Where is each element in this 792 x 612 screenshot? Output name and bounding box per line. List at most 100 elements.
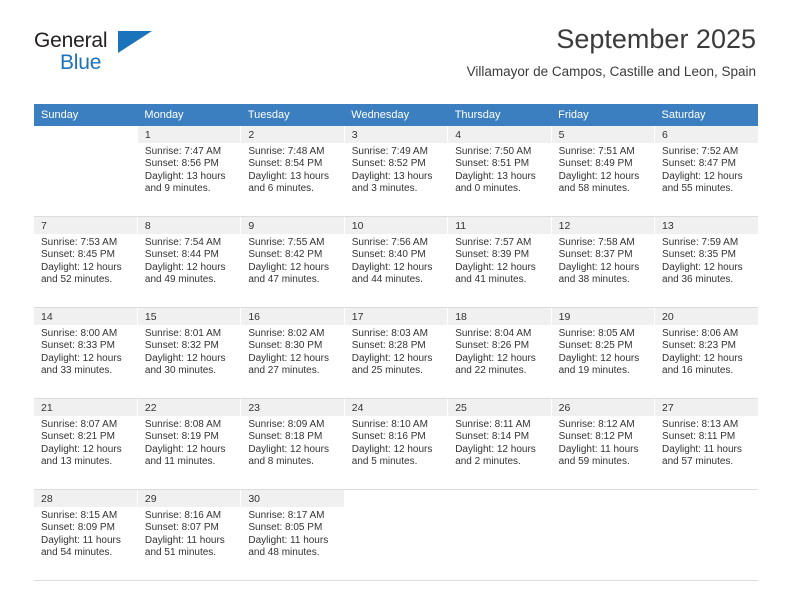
day-detail-line: Daylight: 13 hours [144,170,226,182]
calendar-day-cell[interactable]: 30 Sunrise: 8:17 AM Sunset: 8:05 PM Dayligh… [240,489,345,581]
calendar-day-cell[interactable]: 4 Sunrise: 7:50 AM Sunset: 8:51 PM Daylight… [447,126,552,217]
day-detail-line: Sunset: 8:52 PM [351,158,426,170]
calendar-empty-cell [654,489,758,581]
day-detail-line: Daylight: 12 hours [41,261,122,273]
title-block: September 2025 Villamayor de Campos, Cas… [467,22,756,82]
day-cell-inner: 27 Sunrise: 8:13 AM Sunset: 8:11 PM Dayligh… [655,399,758,489]
day-number: 20 [655,308,758,325]
day-detail-line: Sunset: 8:21 PM [41,431,115,443]
calendar-day-cell[interactable]: 9 Sunrise: 7:55 AM Sunset: 8:42 PM Daylight… [240,216,345,308]
calendar-day-cell[interactable]: 17 Sunrise: 8:03 AM Sunset: 8:28 PM Dayligh… [344,307,449,399]
logo-triangle-icon [118,31,152,53]
day-detail-line: Daylight: 12 hours [248,352,329,364]
calendar-day-cell[interactable]: 11 Sunrise: 7:57 AM Sunset: 8:39 PM Dayligh… [447,216,552,308]
day-detail-line: Sunset: 8:25 PM [558,340,633,352]
day-detail-line: Sunrise: 8:08 AM [144,419,222,430]
calendar-day-cell[interactable]: 3 Sunrise: 7:49 AM Sunset: 8:52 PM Daylight… [344,126,449,217]
calendar-day-cell[interactable]: 27 Sunrise: 8:13 AM Sunset: 8:11 PM Dayligh… [654,398,758,490]
day-number: 27 [655,399,758,416]
calendar-day-cell[interactable]: 13 Sunrise: 7:59 AM Sunset: 8:35 PM Dayligh… [654,216,758,308]
day-detail-line: Daylight: 12 hours [248,443,329,455]
day-number: 25 [448,399,551,416]
day-number: 15 [137,308,241,325]
calendar-week-row: 7 Sunrise: 7:53 AM Sunset: 8:45 PM Daylight… [34,216,758,308]
calendar-day-cell[interactable]: 8 Sunrise: 7:54 AM Sunset: 8:44 PM Daylight… [137,216,242,308]
calendar-day-cell[interactable]: 2 Sunrise: 7:48 AM Sunset: 8:54 PM Daylight… [240,126,345,217]
day-detail-line: Sunrise: 8:13 AM [662,419,739,430]
day-detail-line: and 3 minutes. [351,183,418,195]
day-detail-line: Sunrise: 8:10 AM [351,419,428,430]
day-number: 7 [34,217,137,234]
day-detail-line: Sunset: 8:14 PM [455,431,530,443]
calendar-day-cell[interactable]: 1 Sunrise: 7:47 AM Sunset: 8:56 PM Daylight… [137,126,242,217]
calendar-day-cell[interactable]: 23 Sunrise: 8:09 AM Sunset: 8:18 PM Dayligh… [240,398,345,490]
day-cell-inner: 15 Sunrise: 8:01 AM Sunset: 8:32 PM Dayligh… [137,308,241,398]
calendar-day-cell[interactable]: 10 Sunrise: 7:56 AM Sunset: 8:40 PM Dayligh… [344,216,449,308]
calendar-day-cell[interactable]: 28 Sunrise: 8:15 AM Sunset: 8:09 PM Dayligh… [34,489,138,581]
day-detail-lines: Sunrise: 8:17 AM Sunset: 8:05 PM Daylight:… [241,507,343,560]
day-detail-line: Sunset: 8:51 PM [455,158,530,170]
day-cell-inner: 25 Sunrise: 8:11 AM Sunset: 8:14 PM Dayligh… [448,399,551,489]
calendar-day-cell[interactable]: 7 Sunrise: 7:53 AM Sunset: 8:45 PM Daylight… [34,216,138,308]
day-detail-line: Sunset: 8:39 PM [455,249,530,261]
calendar-day-cell[interactable]: 18 Sunrise: 8:04 AM Sunset: 8:26 PM Dayligh… [447,307,552,399]
day-detail-lines [345,507,447,510]
day-detail-line: Sunrise: 7:58 AM [558,237,635,248]
calendar-day-cell[interactable]: 6 Sunrise: 7:52 AM Sunset: 8:47 PM Daylight… [654,126,758,217]
day-number: 11 [448,217,551,234]
day-detail-line: Sunrise: 8:00 AM [41,328,118,339]
day-detail-line: and 38 minutes. [558,274,630,286]
day-detail-line: and 6 minutes. [248,183,314,195]
day-detail-line: and 2 minutes. [455,456,521,468]
day-detail-line: Sunrise: 8:12 AM [558,419,635,430]
day-detail-line: Daylight: 12 hours [41,443,122,455]
calendar-day-cell[interactable]: 29 Sunrise: 8:16 AM Sunset: 8:07 PM Dayligh… [137,489,242,581]
day-cell-inner: 10 Sunrise: 7:56 AM Sunset: 8:40 PM Dayligh… [344,217,448,307]
calendar-day-cell[interactable]: 19 Sunrise: 8:05 AM Sunset: 8:25 PM Dayligh… [551,307,656,399]
day-number [34,126,137,143]
day-number [551,490,655,507]
day-detail-line: Daylight: 12 hours [558,261,640,273]
day-detail-line: and 19 minutes. [558,365,630,377]
day-cell-inner: 6 Sunrise: 7:52 AM Sunset: 8:47 PM Daylight… [655,126,758,216]
day-number: 1 [137,126,241,143]
day-number: 14 [34,308,137,325]
day-number: 6 [655,126,758,143]
calendar-day-cell[interactable]: 25 Sunrise: 8:11 AM Sunset: 8:14 PM Dayligh… [447,398,552,490]
day-detail-line: Sunset: 8:05 PM [248,522,323,534]
calendar-page: General Blue September 2025 Villamayor d… [0,0,792,612]
day-detail-line: and 52 minutes. [41,274,113,286]
day-detail-line: Daylight: 11 hours [662,443,742,455]
calendar-day-cell[interactable]: 22 Sunrise: 8:08 AM Sunset: 8:19 PM Dayligh… [137,398,242,490]
calendar-empty-cell [447,489,552,581]
day-cell-inner: 7 Sunrise: 7:53 AM Sunset: 8:45 PM Daylight… [34,217,137,307]
day-detail-line: Sunset: 8:32 PM [144,340,219,352]
day-number: 17 [344,308,448,325]
day-detail-line: and 59 minutes. [558,456,630,468]
calendar-day-cell[interactable]: 12 Sunrise: 7:58 AM Sunset: 8:37 PM Dayligh… [551,216,656,308]
day-cell-inner: 29 Sunrise: 8:16 AM Sunset: 8:07 PM Dayligh… [137,490,241,580]
calendar-day-cell[interactable]: 26 Sunrise: 8:12 AM Sunset: 8:12 PM Dayligh… [551,398,656,490]
day-cell-inner: 1 Sunrise: 7:47 AM Sunset: 8:56 PM Daylight… [137,126,241,216]
general-blue-logo[interactable]: General Blue [34,30,154,78]
day-number: 2 [241,126,344,143]
calendar-day-cell[interactable]: 24 Sunrise: 8:10 AM Sunset: 8:16 PM Dayligh… [344,398,449,490]
weekday-header-thursday: Thursday [447,104,552,126]
logo-text-blue: Blue [60,51,102,74]
day-number: 29 [137,490,241,507]
calendar-day-cell[interactable]: 20 Sunrise: 8:06 AM Sunset: 8:23 PM Dayligh… [654,307,758,399]
calendar-day-cell[interactable]: 21 Sunrise: 8:07 AM Sunset: 8:21 PM Dayligh… [34,398,138,490]
day-detail-line: and 33 minutes. [41,365,113,377]
day-detail-line: and 0 minutes. [455,183,521,195]
day-detail-line: and 58 minutes. [558,183,630,195]
calendar-day-cell[interactable]: 15 Sunrise: 8:01 AM Sunset: 8:32 PM Dayligh… [137,307,242,399]
day-detail-lines: Sunrise: 7:59 AM Sunset: 8:35 PM Daylight:… [655,234,758,287]
page-subtitle: Villamayor de Campos, Castille and Leon,… [466,64,756,79]
day-cell-inner: 16 Sunrise: 8:02 AM Sunset: 8:30 PM Dayligh… [241,308,344,398]
day-number: 28 [34,490,137,507]
day-detail-lines: Sunrise: 7:50 AM Sunset: 8:51 PM Daylight:… [448,143,550,196]
day-number: 4 [448,126,551,143]
calendar-day-cell[interactable]: 5 Sunrise: 7:51 AM Sunset: 8:49 PM Daylight… [551,126,656,217]
calendar-day-cell[interactable]: 16 Sunrise: 8:02 AM Sunset: 8:30 PM Dayligh… [240,307,345,399]
calendar-day-cell[interactable]: 14 Sunrise: 8:00 AM Sunset: 8:33 PM Dayligh… [34,307,138,399]
